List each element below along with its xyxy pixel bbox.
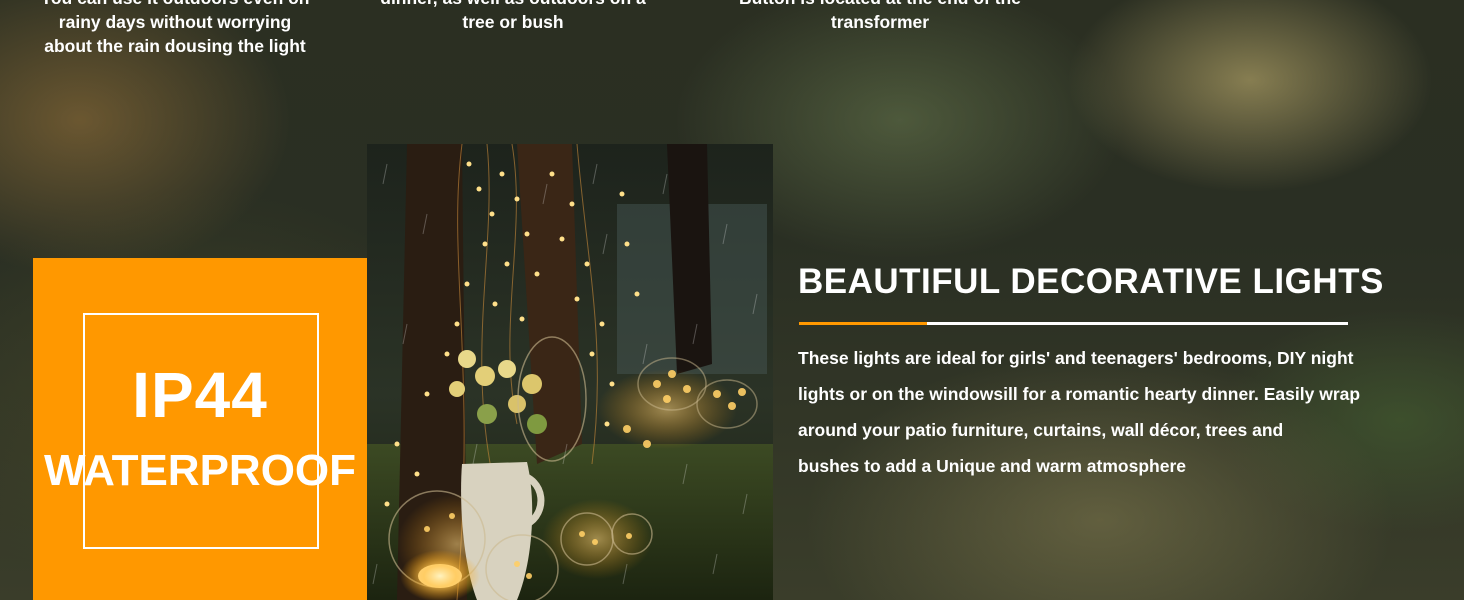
description-line: bushes to add a Unique and warm atmosphe…	[798, 456, 1186, 476]
feature-title: BEAUTIFUL DECORATIVE LIGHTS	[798, 262, 1384, 301]
caption-waterproof: You can use it outdoors even on rainy da…	[20, 0, 330, 58]
description-line: around your patio furniture, curtains, w…	[798, 420, 1284, 440]
badge-label: WATERPROOF	[43, 446, 357, 495]
caption-line: You can use it outdoors even on	[20, 0, 330, 10]
description-line: lights or on the windowsill for a romant…	[798, 384, 1361, 404]
caption-button: Button is located at the end of the tran…	[720, 0, 1040, 34]
caption-line: rainy days without worrying	[58, 12, 292, 32]
feature-description: These lights are ideal for girls' and te…	[798, 340, 1398, 484]
caption-line: about the rain dousing the light	[44, 36, 306, 56]
title-underline-accent	[799, 322, 927, 325]
badge-code: IP44	[132, 359, 268, 431]
caption-line: transformer	[830, 12, 930, 32]
waterproof-badge: IP44 WATERPROOF	[33, 258, 367, 600]
caption-line: dinner, as well as outdoors on a	[358, 0, 668, 10]
caption-usage: dinner, as well as outdoors on a tree or…	[358, 0, 668, 34]
caption-line: tree or bush	[462, 12, 564, 32]
description-line: These lights are ideal for girls' and te…	[798, 348, 1354, 368]
fairy-lights-in-rain-photo	[367, 144, 773, 600]
caption-line: Button is located at the end of the	[720, 0, 1040, 10]
